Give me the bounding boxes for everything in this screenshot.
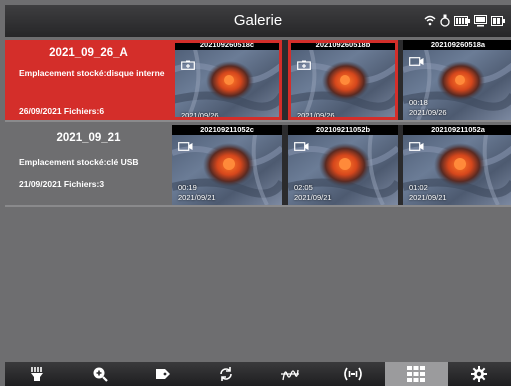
media-thumbnail[interactable]: 202109211052b 02:05 2021/09/21 (288, 125, 398, 205)
album-list[interactable]: 2021_09_26_A Emplacement stocké:disque i… (5, 37, 511, 362)
thumbnail-date: 2021/09/21 (409, 193, 447, 202)
thumbnail-date: 2021/09/26 (409, 108, 447, 117)
video-duration: 01:02 (409, 183, 428, 192)
settings-gear-icon (471, 366, 488, 382)
media-thumbnail[interactable]: 202109211052c 00:19 2021/09/21 (172, 125, 282, 205)
thumbnail-filename: 202109260518a (403, 40, 511, 50)
thumbnail-filename: 202109260518c (175, 43, 279, 50)
bottom-toolbar (5, 362, 511, 386)
album-location: Emplacement stocké:clé USB (19, 157, 139, 167)
video-duration: 00:19 (178, 183, 197, 192)
signal-icon (344, 367, 362, 381)
gallery-button[interactable] (384, 362, 448, 386)
video-duration: 02:05 (294, 183, 313, 192)
thumbnail-image (172, 40, 282, 120)
album-date-files: 26/09/2021 Fichiers:6 (19, 106, 105, 116)
tag-icon (156, 369, 171, 379)
video-icon (409, 142, 424, 151)
light-button[interactable] (5, 362, 68, 386)
screen-battery-icon (491, 15, 505, 26)
media-thumbnail[interactable]: 202109260518c 2021/09/26 (172, 40, 282, 120)
wave-filter-icon (280, 369, 299, 381)
thumbnail-filename: 202109211052b (288, 125, 398, 135)
media-thumbnail[interactable]: 202109260518b 2021/09/26 (288, 40, 398, 120)
app-frame: Galerie 2021_09_26_A Emplacement stocké:… (5, 5, 511, 386)
battery-icon (440, 14, 450, 27)
media-thumbnail[interactable]: 202109211052a 01:02 2021/09/21 (403, 125, 511, 205)
thumbnail-filename: 202109260518b (291, 43, 395, 50)
title-bar: Galerie (5, 5, 511, 37)
video-duration: 00:18 (409, 98, 428, 107)
album-info[interactable]: 2021_09_26_A Emplacement stocké:disque i… (5, 40, 172, 120)
wifi-icon (424, 15, 436, 26)
video-icon (409, 57, 424, 66)
album-name: 2021_09_26_A (49, 47, 128, 59)
tag-button[interactable] (132, 362, 195, 386)
rotate-button[interactable] (195, 362, 258, 386)
thumbnail-date: 2021/09/21 (178, 193, 216, 202)
album-location: Emplacement stocké:disque interne (19, 68, 165, 78)
photo-icon (181, 60, 195, 70)
album-info[interactable]: 2021_09_21 Emplacement stocké:clé USB 21… (5, 125, 172, 205)
rotate-icon (220, 367, 233, 381)
storage-icon (474, 14, 487, 26)
camera-battery-icon (454, 15, 470, 26)
thumbnail-filename: 202109211052c (172, 125, 282, 135)
video-icon (294, 142, 309, 151)
filter-button[interactable] (258, 362, 321, 386)
thumbnail-filename: 202109211052a (403, 125, 511, 135)
light-icon (30, 367, 43, 381)
album-name: 2021_09_21 (56, 132, 121, 144)
gallery-grid-icon (407, 366, 426, 382)
photo-icon (297, 60, 311, 70)
thumbnail-image (288, 40, 398, 120)
media-thumbnail[interactable]: 202109260518a 00:18 2021/09/26 (403, 40, 511, 120)
thumbnail-date: 2021/09/26 (181, 111, 219, 120)
video-icon (178, 142, 193, 151)
signal-button[interactable] (321, 362, 384, 386)
album-row[interactable]: 2021_09_26_A Emplacement stocké:disque i… (5, 40, 511, 122)
album-row[interactable]: 2021_09_21 Emplacement stocké:clé USB 21… (5, 125, 511, 207)
zoom-in-icon (93, 367, 108, 382)
settings-button[interactable] (448, 362, 511, 386)
thumbnail-date: 2021/09/21 (294, 193, 332, 202)
status-icons (424, 14, 505, 27)
zoom-button[interactable] (68, 362, 131, 386)
album-date-files: 21/09/2021 Fichiers:3 (19, 179, 105, 189)
thumbnail-date: 2021/09/26 (297, 111, 335, 120)
